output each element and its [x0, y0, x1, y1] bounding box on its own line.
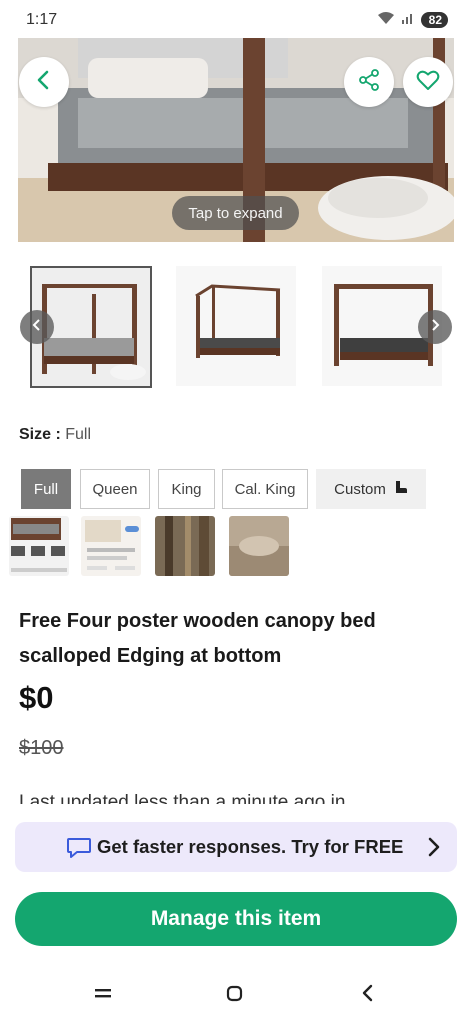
size-value: Full — [65, 426, 92, 443]
home-icon[interactable] — [225, 983, 245, 1008]
status-time: 1:17 — [26, 11, 58, 28]
size-option-queen[interactable]: Queen — [80, 469, 150, 509]
size-option-custom[interactable]: Custom — [316, 469, 426, 509]
listing-title: Free Four poster wooden canopy bed scall… — [19, 610, 376, 667]
size-option-custom-label: Custom — [334, 480, 386, 498]
wifi-icon — [377, 11, 395, 30]
system-nav-bar — [0, 975, 472, 1015]
share-button[interactable] — [344, 57, 394, 107]
chevron-right-icon — [427, 836, 441, 863]
size-option-king[interactable]: King — [158, 469, 215, 509]
menu-icon[interactable] — [93, 983, 113, 1008]
carousel-next-button[interactable] — [418, 310, 452, 344]
back-nav-icon[interactable] — [358, 983, 378, 1008]
manage-item-button[interactable]: Manage this item — [15, 892, 457, 946]
size-image-2[interactable] — [81, 516, 141, 576]
boot-icon — [394, 480, 408, 498]
size-image-4[interactable] — [229, 516, 289, 576]
carousel-prev-button[interactable] — [20, 310, 54, 344]
status-bar: 1:17 82 — [0, 0, 472, 40]
favorite-button[interactable] — [403, 57, 453, 107]
signal-icon — [401, 11, 415, 30]
last-updated-text: Last updated less than a minute ago in — [19, 792, 346, 804]
image-thumbnails — [0, 266, 472, 390]
promo-text: Get faster responses. Try for FREE — [97, 836, 404, 857]
chevron-left-icon — [31, 318, 43, 337]
size-option-cal-king[interactable]: Cal. King — [222, 469, 308, 509]
share-icon — [357, 68, 381, 97]
size-option-full[interactable]: Full — [21, 469, 71, 509]
chevron-right-icon — [429, 318, 441, 337]
promo-banner[interactable]: Get faster responses. Try for FREE — [15, 822, 457, 872]
battery-indicator: 82 — [420, 12, 448, 28]
size-label: Size : Full — [19, 426, 91, 444]
size-image-3[interactable] — [155, 516, 215, 576]
chevron-left-icon — [34, 69, 54, 96]
chat-bubble-icon — [66, 836, 92, 865]
heart-icon — [416, 69, 440, 96]
thumbnail-2[interactable] — [176, 266, 296, 386]
status-icons: 82 — [377, 11, 448, 30]
size-image-1[interactable] — [9, 516, 69, 576]
listing-original-price: $100 — [19, 737, 64, 759]
back-button[interactable] — [19, 57, 69, 107]
tap-to-expand-label[interactable]: Tap to expand — [172, 196, 299, 230]
size-key: Size : — [19, 426, 61, 443]
listing-price: $0 — [19, 680, 54, 715]
